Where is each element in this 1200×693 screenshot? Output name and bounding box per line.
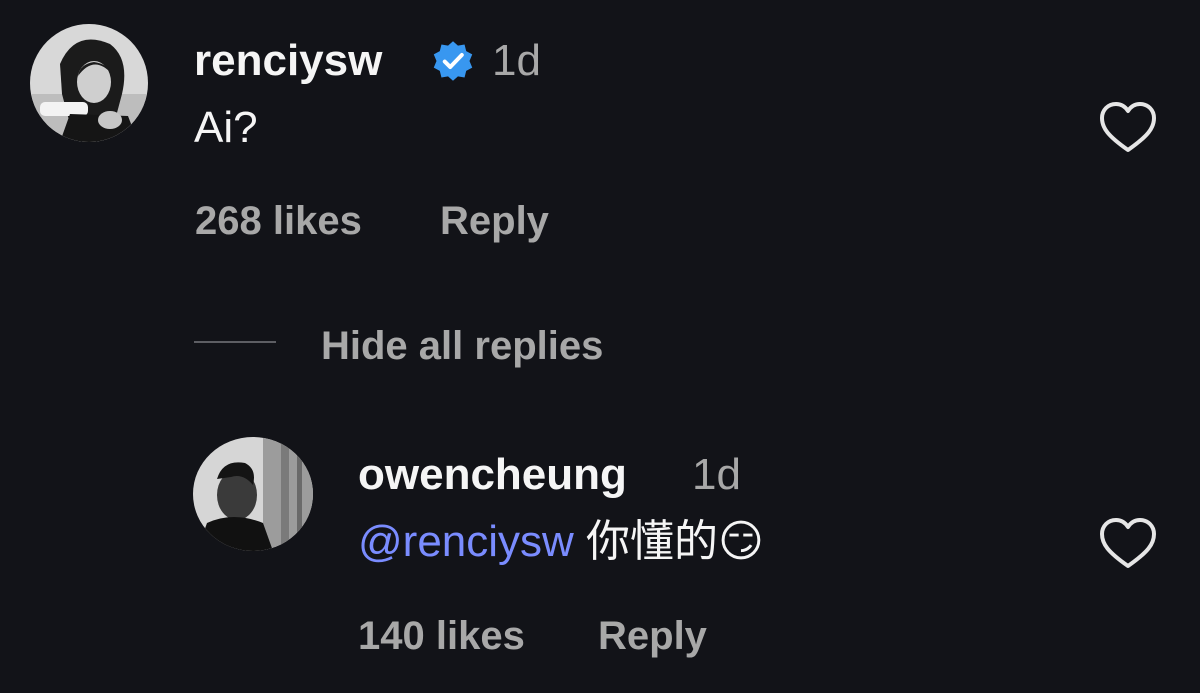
reply-text: 你懂的😏 — [573, 517, 764, 566]
verified-badge-icon — [431, 39, 475, 83]
comment-timestamp: 1d — [492, 36, 541, 85]
reply-reply-button[interactable]: Reply — [598, 611, 707, 661]
replies-divider-line — [194, 341, 276, 343]
heart-outline-icon — [1100, 518, 1156, 568]
comment-likes-count[interactable]: 268 likes — [195, 196, 362, 246]
heart-outline-icon — [1100, 102, 1156, 152]
avatar-owencheung[interactable] — [193, 437, 313, 551]
hide-replies-button[interactable]: Hide all replies — [321, 321, 603, 371]
reply-timestamp: 1d — [692, 450, 741, 499]
comment-text: Ai? — [194, 103, 258, 152]
reply-like-button[interactable] — [1098, 516, 1158, 572]
comment-like-button[interactable] — [1098, 100, 1158, 156]
reply-username[interactable]: owencheung — [358, 447, 627, 503]
reply-mention-link[interactable]: @renciysw — [358, 517, 574, 566]
avatar-renciysw[interactable] — [30, 24, 148, 142]
reply-likes-count[interactable]: 140 likes — [358, 611, 525, 661]
comment-username[interactable]: renciysw — [194, 33, 382, 89]
avatar-photo — [193, 437, 313, 551]
reply-text-line: @renciysw 你懂的😏 — [358, 514, 764, 570]
comment-reply-button[interactable]: Reply — [440, 196, 549, 246]
avatar-photo — [30, 24, 148, 142]
